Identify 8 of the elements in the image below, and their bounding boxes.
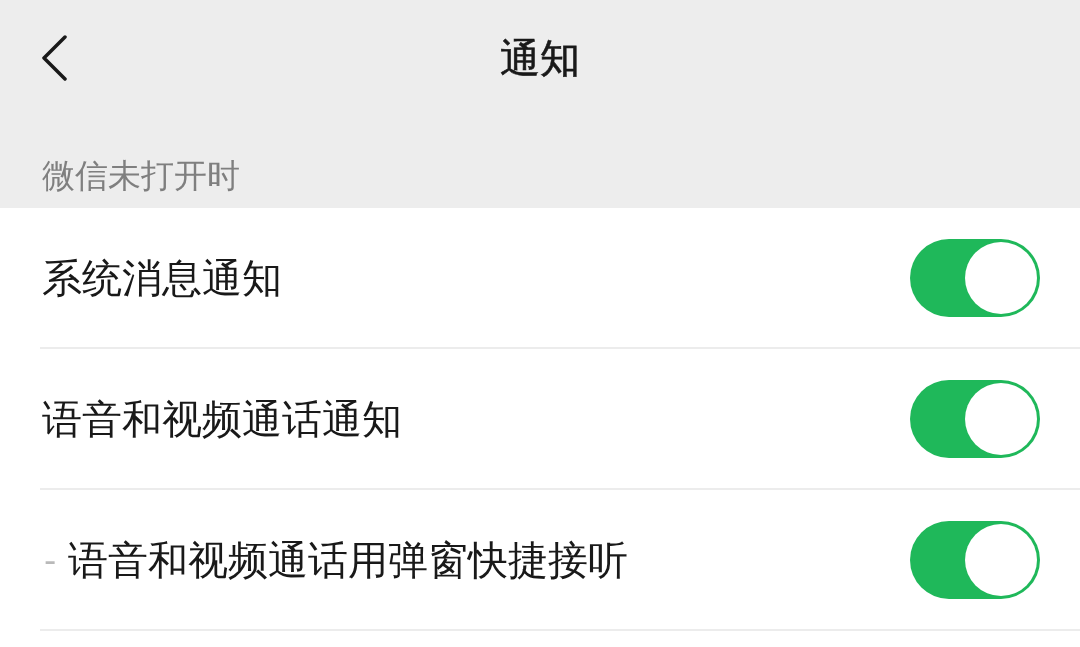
page-title: 通知 <box>500 37 580 78</box>
setting-label: 语音和视频通话通知 <box>42 396 402 441</box>
setting-label: 语音和视频通话用弹窗快捷接听 <box>68 537 629 582</box>
section-label: 微信未打开时 <box>42 156 240 195</box>
back-button[interactable] <box>40 34 68 81</box>
setting-label: 系统消息通知 <box>42 255 282 300</box>
sub-item-dash: - <box>44 542 57 577</box>
chevron-left-icon <box>40 34 68 81</box>
